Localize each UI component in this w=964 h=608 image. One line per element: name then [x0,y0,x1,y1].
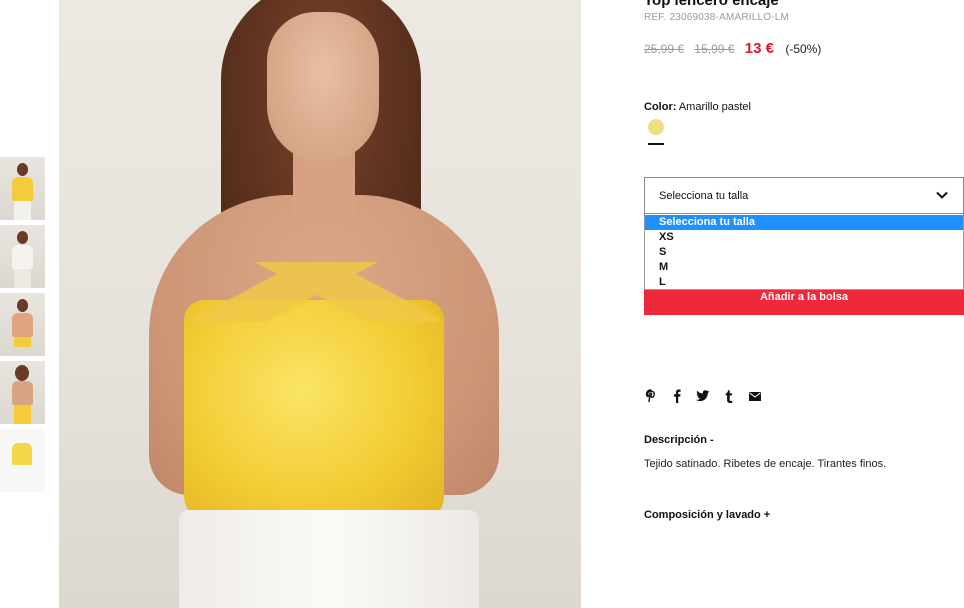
add-to-bag-button[interactable]: Añadir a la bolsa [644,290,964,315]
email-icon[interactable] [748,389,762,403]
share-bar [644,388,774,404]
tumblr-icon[interactable] [722,389,736,403]
facebook-icon[interactable] [670,389,684,403]
pinterest-icon[interactable] [644,389,658,403]
chevron-down-icon [936,191,948,199]
thumbnail-2[interactable] [0,225,45,288]
discount-label: (-50%) [785,42,822,56]
thumbnail-strip [0,157,45,497]
color-row: Color: Amarillo pastel [644,101,751,113]
size-select[interactable]: Selecciona tu talla [644,177,964,214]
size-option-xs[interactable]: XS [645,230,963,245]
color-label: Color: [644,101,677,113]
main-product-photo [59,0,581,608]
size-select-label: Selecciona tu talla [659,190,749,202]
thumbnail-5[interactable] [0,429,45,492]
thumbnail-1[interactable] [0,157,45,220]
price-current: 13 € [744,40,774,57]
composition-toggle[interactable]: Composición y lavado + [644,509,770,521]
swatch-selected-indicator [648,143,664,145]
size-option-s[interactable]: S [645,245,963,260]
size-options-list: Selecciona tu talla XS S M L [644,214,964,290]
size-option-placeholder[interactable]: Selecciona tu talla [645,215,963,230]
description-text: Tejido satinado. Ribetes de encaje. Tira… [644,458,887,470]
color-swatch[interactable] [648,119,664,135]
price-block: 25,99 € 15,99 € 13 € (-50%) [644,40,821,57]
product-title: Top lencero encaje [644,0,779,9]
price-previous: 15,99 € [694,42,735,56]
description-toggle[interactable]: Descripción - [644,434,714,446]
color-value: Amarillo pastel [678,101,751,113]
thumbnail-4[interactable] [0,361,45,424]
size-option-l[interactable]: L [645,275,963,290]
product-reference: REF. 23069038-AMARILLO-LM [644,12,790,23]
twitter-icon[interactable] [696,389,710,403]
thumbnail-3[interactable] [0,293,45,356]
size-option-m[interactable]: M [645,260,963,275]
price-original: 25,99 € [644,42,685,56]
